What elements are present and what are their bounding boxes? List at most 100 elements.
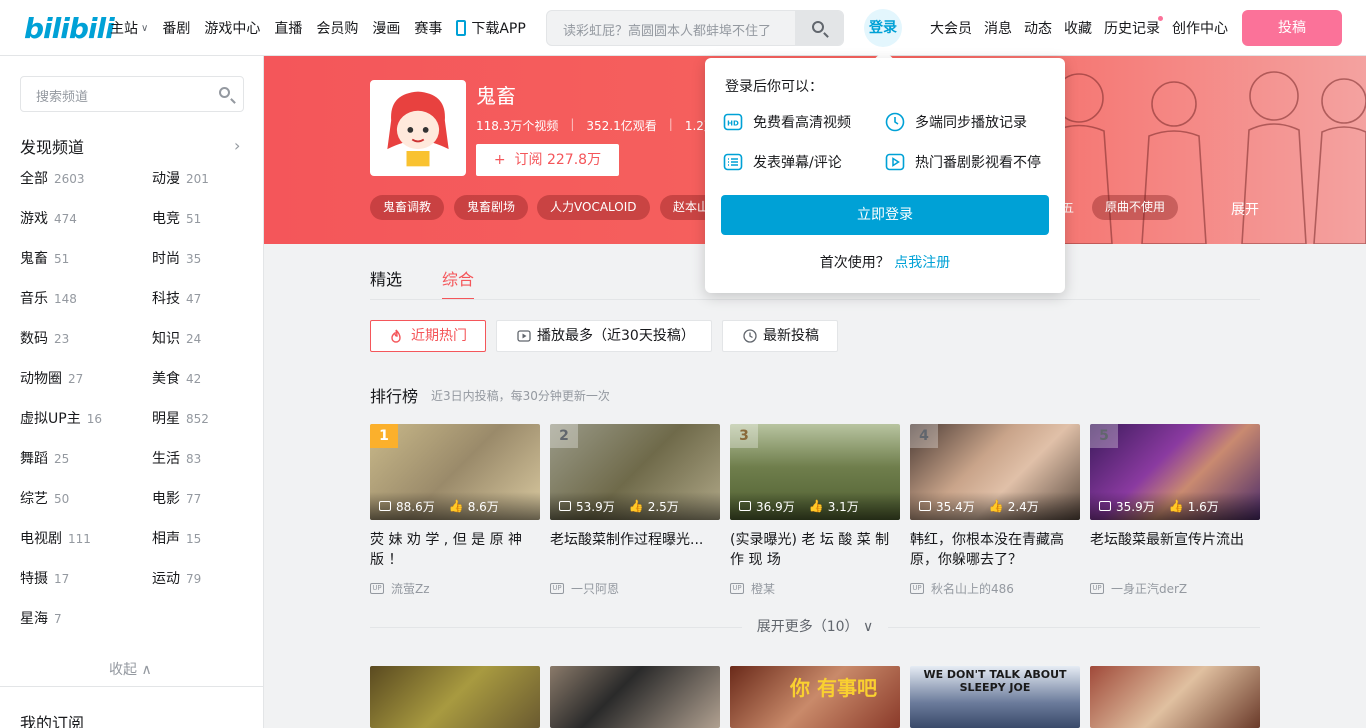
download-app-label: 下载APP — [471, 21, 526, 37]
video-thumbnail[interactable]: 3 36.9万 👍 3.1万 — [730, 424, 900, 520]
video-thumbnail[interactable]: 1 88.6万 👍 8.6万 — [370, 424, 540, 520]
video-title[interactable]: (实录曝光) 老 坛 酸 菜 制 作 现 场 — [730, 530, 900, 570]
channel-item[interactable]: 美食 42 — [152, 368, 201, 388]
channel-item[interactable]: 生活 83 — [152, 448, 201, 468]
video-thumbnail[interactable] — [550, 666, 720, 728]
subscribe-button[interactable]: + 订阅 227.8万 — [476, 144, 619, 176]
channel-item[interactable]: 综艺 50 — [20, 488, 69, 508]
like-icon: 👍 — [988, 499, 1004, 513]
nav-download-app[interactable]: 下载APP — [456, 18, 526, 38]
login-button[interactable]: 登录 — [864, 9, 902, 47]
clock-icon — [885, 112, 905, 132]
video-thumbnail[interactable]: WE DON'T TALK ABOUT SLEEPY JOE — [910, 666, 1080, 728]
uploader[interactable]: UP 秋名山上的486 — [910, 580, 1080, 597]
channel-tag[interactable]: 人力VOCALOID — [537, 195, 650, 220]
channel-item[interactable]: 特摄 17 — [20, 568, 69, 588]
search-button[interactable] — [795, 11, 843, 45]
nav-manga[interactable]: 漫画 — [372, 18, 400, 38]
video-card[interactable]: 1 88.6万 👍 8.6万 荧 妹 劝 学 , 但 是 原 神 版 ！ UP 流萤Z… — [370, 424, 540, 597]
video-thumbnail[interactable]: 4 35.4万 👍 2.4万 — [910, 424, 1080, 520]
nav-history[interactable]: 历史记录 — [1104, 18, 1160, 38]
svg-text:HD: HD — [727, 120, 739, 128]
channel-search-input[interactable]: 搜索频道 — [20, 76, 244, 112]
ranking-subtitle: 近3日内投稿，每30分钟更新一次 — [431, 389, 610, 403]
tab-general[interactable]: 综合 — [442, 266, 475, 300]
channel-item[interactable]: 时尚 35 — [152, 248, 201, 268]
channel-count: 42 — [186, 372, 202, 386]
feature-label: 多端同步播放记录 — [915, 115, 1027, 131]
channel-item[interactable]: 运动 79 — [152, 568, 201, 588]
nav-creator-center[interactable]: 创作中心 — [1172, 18, 1228, 38]
channel-item[interactable]: 数码 23 — [20, 328, 69, 348]
video-title[interactable]: 荧 妹 劝 学 , 但 是 原 神 版 ！ — [370, 530, 540, 570]
video-card[interactable]: 4 35.4万 👍 2.4万 韩红，你根本没在青藏高原，你躲哪去了？ UP 秋名山上的… — [910, 424, 1080, 597]
channel-item[interactable]: 科技 47 — [152, 288, 201, 308]
tab-featured[interactable]: 精选 — [370, 266, 402, 300]
channel-item[interactable]: 动物圈 27 — [20, 368, 83, 388]
nav-game-center[interactable]: 游戏中心 — [204, 18, 260, 38]
nav-vip[interactable]: 大会员 — [930, 18, 972, 38]
up-icon: UP — [1090, 583, 1104, 594]
nav-favorites[interactable]: 收藏 — [1064, 18, 1092, 38]
uploader[interactable]: UP 橙某 — [730, 580, 900, 597]
channel-tag[interactable]: 鬼畜剧场 — [454, 195, 529, 220]
channel-tag[interactable]: 原曲不使用 — [1092, 195, 1179, 220]
channel-item[interactable]: 动漫 201 — [152, 168, 209, 188]
video-thumbnail[interactable]: 2 53.9万 👍 2.5万 — [550, 424, 720, 520]
filter-most-played[interactable]: 播放最多（近30天投稿） — [496, 320, 712, 352]
expand-tags-button[interactable]: 展开 — [1231, 199, 1259, 219]
channel-item[interactable]: 相声 15 — [152, 528, 201, 548]
channel-item[interactable]: 游戏 474 — [20, 208, 77, 228]
channel-count: 852 — [186, 412, 209, 426]
channel-item[interactable]: 知识 24 — [152, 328, 201, 348]
nav-esports[interactable]: 赛事 — [414, 18, 442, 38]
uploader[interactable]: UP 一只阿恩 — [550, 580, 720, 597]
channel-item[interactable]: 虚拟UP主 16 — [20, 408, 102, 428]
filter-latest[interactable]: 最新投稿 — [722, 320, 838, 352]
nav-dynamics[interactable]: 动态 — [1024, 18, 1052, 38]
register-link[interactable]: 点我注册 — [894, 255, 950, 271]
upload-button[interactable]: 投稿 — [1242, 10, 1342, 46]
video-title[interactable]: 老坛酸菜制作过程曝光... — [550, 530, 720, 570]
up-icon: UP — [370, 583, 384, 594]
nav-live[interactable]: 直播 — [274, 18, 302, 38]
nav-bangumi[interactable]: 番剧 — [162, 18, 190, 38]
uploader[interactable]: UP 流萤Zz — [370, 580, 540, 597]
channel-item[interactable]: 星海 7 — [20, 608, 62, 628]
chevron-right-icon[interactable]: › — [234, 136, 240, 155]
nav-mall[interactable]: 会员购 — [316, 18, 358, 38]
video-card[interactable]: 3 36.9万 👍 3.1万 (实录曝光) 老 坛 酸 菜 制 作 现 场 UP 橙某 — [730, 424, 900, 597]
uploader-name: 一身正汽derZ — [1111, 582, 1188, 596]
video-title[interactable]: 韩红，你根本没在青藏高原，你躲哪去了？ — [910, 530, 1080, 570]
thumbnail-caption: WE DON'T TALK ABOUT SLEEPY JOE — [923, 668, 1067, 694]
video-thumbnail[interactable] — [370, 666, 540, 728]
nav-main-site[interactable]: 主站 ∨ — [110, 18, 148, 38]
video-card[interactable]: 2 53.9万 👍 2.5万 老坛酸菜制作过程曝光... UP 一只阿恩 — [550, 424, 720, 597]
login-now-button[interactable]: 立即登录 — [721, 195, 1049, 235]
channel-item[interactable]: 电影 77 — [152, 488, 201, 508]
uploader[interactable]: UP 一身正汽derZ — [1090, 580, 1260, 597]
video-thumbnail[interactable]: 你 有事吧 — [730, 666, 900, 728]
collapse-channels-button[interactable]: 收起 ∧ — [109, 659, 152, 679]
up-icon: UP — [550, 583, 564, 594]
discover-channels-link[interactable]: 发现频道 — [20, 134, 84, 158]
search-input[interactable]: 读彩虹屁？高圆圆本人都蚌埠不住了 — [546, 10, 844, 46]
channel-item[interactable]: 电竞 51 — [152, 208, 201, 228]
filter-recent-hot[interactable]: 近期热门 — [370, 320, 486, 352]
bilibili-logo[interactable]: bilibili — [24, 12, 115, 45]
nav-messages[interactable]: 消息 — [984, 18, 1012, 38]
video-thumbnail[interactable] — [1090, 666, 1260, 728]
video-card[interactable]: 5 35.9万 👍 1.6万 老坛酸菜最新宣传片流出 UP 一身正汽derZ — [1090, 424, 1260, 597]
channel-item[interactable]: 全部 2603 — [20, 168, 85, 188]
channel-item[interactable]: 舞蹈 25 — [20, 448, 69, 468]
video-title[interactable]: 老坛酸菜最新宣传片流出 — [1090, 530, 1260, 570]
channel-item[interactable]: 鬼畜 51 — [20, 248, 69, 268]
channel-item[interactable]: 明星 852 — [152, 408, 209, 428]
channel-item[interactable]: 音乐 148 — [20, 288, 77, 308]
video-thumbnail[interactable]: 5 35.9万 👍 1.6万 — [1090, 424, 1260, 520]
channel-tag[interactable]: 鬼畜调教 — [370, 195, 445, 220]
show-more-label: 展开更多（10） — [756, 619, 859, 635]
channel-count: 2603 — [54, 172, 85, 186]
channel-item[interactable]: 电视剧 111 — [20, 528, 91, 548]
show-more-button[interactable]: 展开更多（10） ∨ — [370, 616, 1260, 636]
